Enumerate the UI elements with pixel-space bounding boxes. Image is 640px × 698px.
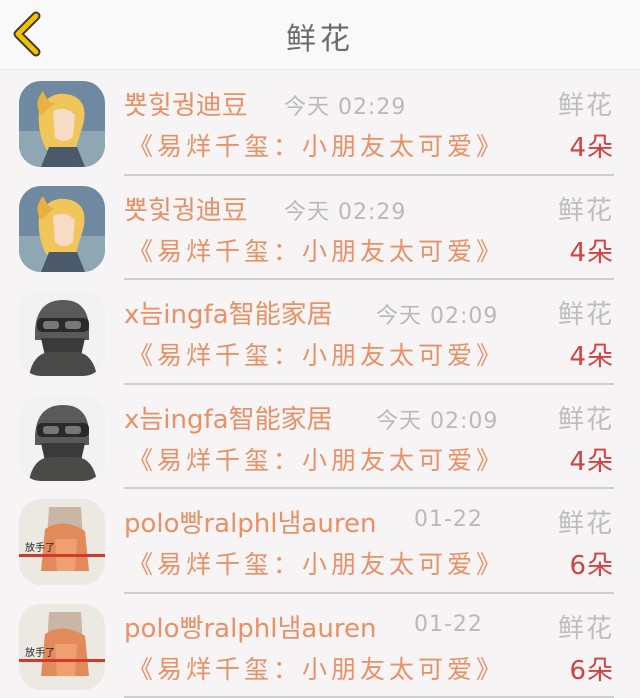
gift-count: 4朵 [569,127,614,164]
user-name[interactable]: 뿃힟궝迪豆 [124,85,248,122]
list-item[interactable]: 뿃힟궝迪豆 今天 02:29 鲜花 《易烊千玺：小朋友太可爱》 4朵 [0,176,640,281]
book-title[interactable]: 《易烊千玺：小朋友太可爱》 [128,336,505,372]
gift-type-label: 鲜花 [558,294,614,331]
book-title[interactable]: 《易烊千玺：小朋友太可爱》 [128,127,505,163]
avatar[interactable] [19,186,105,272]
sketch-girl-avatar-icon: 放手了 [19,499,105,585]
page-title: 鲜花 [0,14,640,58]
user-name[interactable]: polo빵ralphl냄auren [124,608,376,645]
gift-count: 4朵 [569,441,614,478]
list-item[interactable]: x늠ingfa智能家居 今天 02:09 鲜花 《易烊千玺：小朋友太可爱》 4朵 [0,385,640,490]
masked-soldier-avatar-icon [19,395,105,481]
timestamp: 今天 02:29 [284,89,406,121]
anime-character-avatar-icon [19,81,105,167]
timestamp: 今天 02:09 [376,403,498,435]
gift-count: 4朵 [569,232,614,269]
avatar-caption: 放手了 [25,541,55,554]
avatar[interactable] [19,81,105,167]
gift-record-list: 뿃힟궝迪豆 今天 02:29 鲜花 《易烊千玺：小朋友太可爱》 4朵 뿃힟궝迪豆… [0,71,640,698]
user-name[interactable]: x늠ingfa智能家居 [124,294,333,331]
timestamp: 01-22 [414,612,483,637]
avatar[interactable]: 放手了 [19,604,105,690]
avatar[interactable]: 放手了 [19,499,105,585]
user-name[interactable]: 뿃힟궝迪豆 [124,190,248,227]
user-name[interactable]: polo빵ralphl냄auren [124,503,376,540]
user-name[interactable]: x늠ingfa智能家居 [124,399,333,436]
list-item[interactable]: 放手了 polo빵ralphl냄auren 01-22 鲜花 《易烊千玺：小朋友… [0,489,640,594]
list-item[interactable]: 放手了 polo빵ralphl냄auren 01-22 鲜花 《易烊千玺：小朋友… [0,594,640,698]
gift-type-label: 鲜花 [558,503,614,540]
gift-count: 6朵 [569,545,614,582]
gift-type-label: 鲜花 [558,190,614,227]
book-title[interactable]: 《易烊千玺：小朋友太可爱》 [128,441,505,477]
avatar[interactable] [19,395,105,481]
gift-count: 4朵 [569,336,614,373]
timestamp: 今天 02:09 [376,298,498,330]
gift-type-label: 鲜花 [558,399,614,436]
nav-bar: 鲜花 [0,0,640,70]
avatar[interactable] [19,290,105,376]
gift-type-label: 鲜花 [558,85,614,122]
list-item[interactable]: x늠ingfa智能家居 今天 02:09 鲜花 《易烊千玺：小朋友太可爱》 4朵 [0,280,640,385]
timestamp: 今天 02:29 [284,194,406,226]
book-title[interactable]: 《易烊千玺：小朋友太可爱》 [128,232,505,268]
gift-count: 6朵 [569,650,614,687]
anime-character-avatar-icon [19,186,105,272]
timestamp: 01-22 [414,507,483,532]
avatar-caption: 放手了 [25,646,55,659]
gift-type-label: 鲜花 [558,608,614,645]
book-title[interactable]: 《易烊千玺：小朋友太可爱》 [128,545,505,581]
sketch-girl-avatar-icon: 放手了 [19,604,105,690]
book-title[interactable]: 《易烊千玺：小朋友太可爱》 [128,650,505,686]
masked-soldier-avatar-icon [19,290,105,376]
list-item[interactable]: 뿃힟궝迪豆 今天 02:29 鲜花 《易烊千玺：小朋友太可爱》 4朵 [0,71,640,176]
